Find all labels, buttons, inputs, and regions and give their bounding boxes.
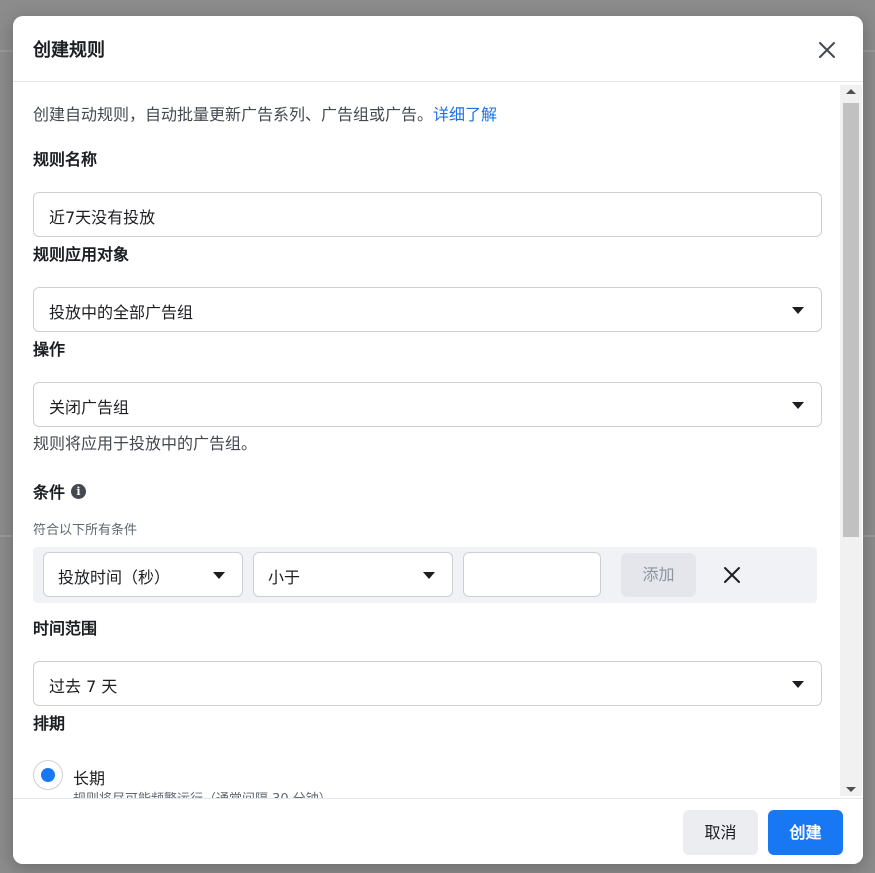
radio-selected-dot <box>41 768 55 782</box>
scroll-up-arrow-icon[interactable] <box>846 89 856 94</box>
schedule-label: 排期 <box>33 714 66 733</box>
close-icon <box>724 567 740 583</box>
dialog-body: 创建自动规则，自动批量更新广告系列、广告组或广告。详细了解 规则名称 近7天没有… <box>13 83 863 798</box>
close-button[interactable] <box>815 38 839 62</box>
schedule-longterm-radio[interactable] <box>33 760 63 790</box>
remove-condition-button[interactable] <box>721 564 743 586</box>
vertical-scrollbar[interactable] <box>840 85 862 796</box>
apply-to-value: 投放中的全部广告组 <box>49 303 194 322</box>
apply-note: 规则将应用于投放中的广告组。 <box>33 434 258 453</box>
dialog-footer: 取消 创建 <box>13 798 863 864</box>
metric-select[interactable]: 投放时间（秒） <box>43 552 243 597</box>
close-icon <box>819 42 835 58</box>
condition-value-input[interactable] <box>463 552 601 597</box>
intro-description: 创建自动规则，自动批量更新广告系列、广告组或广告。 <box>33 105 434 124</box>
apply-to-label: 规则应用对象 <box>33 245 130 264</box>
caret-down-icon <box>423 572 435 579</box>
rule-name-value: 近7天没有投放 <box>49 208 156 227</box>
create-button[interactable]: 创建 <box>768 810 843 855</box>
condition-row: 投放时间（秒） 小于 添加 <box>33 547 817 603</box>
dialog-title: 创建规则 <box>33 40 105 61</box>
time-range-label: 时间范围 <box>33 619 98 638</box>
dialog-header: 创建规则 <box>13 16 863 82</box>
operator-value: 小于 <box>268 568 301 587</box>
action-label: 操作 <box>33 340 66 359</box>
caret-down-icon <box>213 572 225 579</box>
time-range-value: 过去 7 天 <box>49 677 118 696</box>
rule-name-label: 规则名称 <box>33 150 98 169</box>
caret-down-icon <box>792 307 804 314</box>
apply-to-select[interactable]: 投放中的全部广告组 <box>33 287 822 332</box>
add-condition-button[interactable]: 添加 <box>621 553 696 597</box>
operator-select[interactable]: 小于 <box>253 552 453 597</box>
conditions-subtitle: 符合以下所有条件 <box>33 523 138 538</box>
conditions-title: 条件 <box>33 483 66 502</box>
time-range-select[interactable]: 过去 7 天 <box>33 661 822 706</box>
create-rule-dialog: 创建规则 创建自动规则，自动批量更新广告系列、广告组或广告。详细了解 规则名称 … <box>13 16 863 864</box>
rule-name-input[interactable]: 近7天没有投放 <box>33 192 822 237</box>
conditions-label: 条件 i <box>33 479 87 503</box>
schedule-option-label[interactable]: 长期 <box>73 765 105 789</box>
metric-value: 投放时间（秒） <box>58 568 171 587</box>
cancel-button[interactable]: 取消 <box>683 810 758 855</box>
caret-down-icon <box>792 681 804 688</box>
info-icon[interactable]: i <box>71 483 87 499</box>
scrollbar-thumb[interactable] <box>843 103 859 537</box>
action-value: 关闭广告组 <box>49 398 130 417</box>
intro-text: 创建自动规则，自动批量更新广告系列、广告组或广告。详细了解 <box>33 101 497 125</box>
learn-more-link[interactable]: 详细了解 <box>433 105 497 124</box>
scroll-down-arrow-icon[interactable] <box>846 787 856 792</box>
schedule-option-description: 规则将尽可能频繁运行（通常间隔 30 分钟）。 <box>73 788 338 798</box>
action-select[interactable]: 关闭广告组 <box>33 382 822 427</box>
caret-down-icon <box>792 402 804 409</box>
